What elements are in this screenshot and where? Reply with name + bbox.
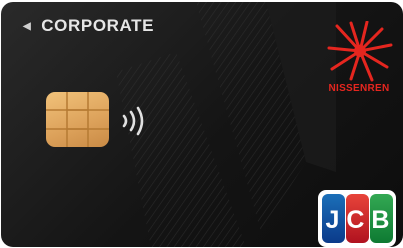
contactless-icon — [122, 106, 144, 136]
credit-card: ◀ CORPORATE NISSENREN J C B — [1, 2, 403, 247]
jcb-letter-j: J — [325, 206, 340, 234]
card-type-label: ◀ CORPORATE — [23, 16, 154, 36]
jcb-letter-c: C — [346, 206, 365, 234]
jcb-logo: J C B — [318, 190, 396, 247]
issuer-name: NISSENREN — [328, 83, 390, 94]
starburst-logo-icon — [327, 21, 393, 82]
corporate-text: CORPORATE — [41, 16, 155, 35]
jcb-letter-b: B — [371, 206, 390, 234]
chip-icon — [46, 92, 109, 147]
back-triangle-icon: ◀ — [23, 20, 32, 32]
